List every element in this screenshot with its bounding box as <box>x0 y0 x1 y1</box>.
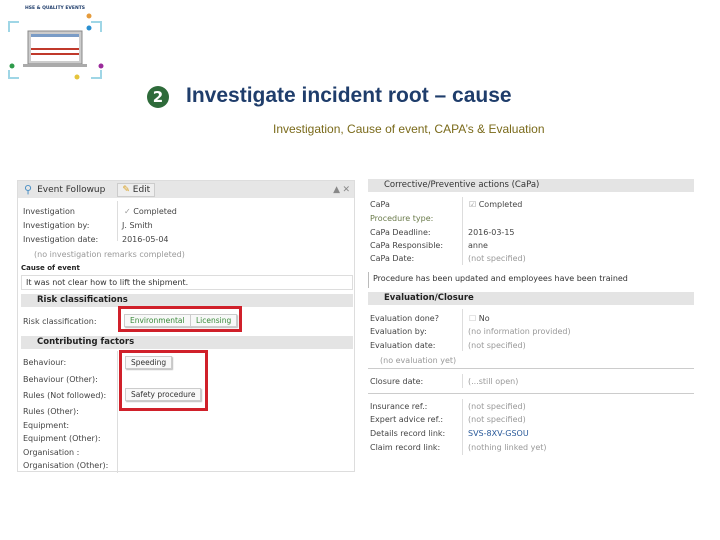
organisation-label: Organisation : <box>23 448 80 457</box>
cause-text: It was not clear how to lift the shipmen… <box>21 275 353 290</box>
rules-other-label: Rules (Other): <box>23 407 79 416</box>
capa-responsible-label: CaPa Responsible: <box>370 241 444 250</box>
investigation-date-label: Investigation date: <box>23 235 99 244</box>
organisation-other-label: Organisation (Other): <box>23 461 109 470</box>
closure-date-value: (...still open) <box>468 377 519 386</box>
risk-tag-environmental[interactable]: Environmental <box>124 314 191 327</box>
evaluation-date-value: (not specified) <box>468 341 526 350</box>
capa-evaluation-panel: Corrective/Preventive actions (CaPa) CaP… <box>368 179 694 455</box>
equipment-other-label: Equipment (Other): <box>23 434 101 443</box>
investigation-by-label: Investigation by: <box>23 221 90 230</box>
insurance-ref-value: (not specified) <box>468 402 526 411</box>
investigation-value: ✓ Completed <box>124 207 177 216</box>
rules-tag-safety-procedure[interactable]: Safety procedure <box>125 388 202 401</box>
behaviour-label: Behaviour: <box>23 358 67 367</box>
event-followup-panel: ⚲ Event Followup ✎ Edit ▲ ✕ Investigatio… <box>17 180 355 473</box>
evaluation-done-label: Evaluation done? <box>370 314 439 323</box>
cause-label: Cause of event <box>21 264 80 272</box>
investigation-remarks: (no investigation remarks completed) <box>34 250 185 259</box>
insurance-ref-label: Insurance ref.: <box>370 402 428 411</box>
pencil-icon: ✎ <box>122 184 130 195</box>
process-diagram-icon: HSE & QUALITY EVENTS <box>8 5 104 80</box>
page-subtitle: Investigation, Cause of event, CAPA’s & … <box>273 122 545 136</box>
risk-classification-label: Risk classification: <box>23 317 97 326</box>
collapse-icon[interactable]: ▲ <box>333 185 340 195</box>
close-icon[interactable]: ✕ <box>342 185 350 195</box>
evaluation-by-value: (no information provided) <box>468 327 571 336</box>
panel-title: Event Followup <box>37 184 106 195</box>
svg-text:HSE & QUALITY EVENTS: HSE & QUALITY EVENTS <box>25 5 85 11</box>
expert-advice-ref-value: (not specified) <box>468 415 526 424</box>
evaluation-date-label: Evaluation date: <box>370 341 436 350</box>
panel-header: ⚲ Event Followup ✎ Edit ▲ ✕ <box>18 181 354 198</box>
capa-label: CaPa <box>370 200 390 209</box>
details-record-link[interactable]: SVS-8XV-GSOU <box>468 429 529 438</box>
evaluation-header: Evaluation/Closure <box>368 292 694 305</box>
behaviour-tag-speeding[interactable]: Speeding <box>125 356 173 369</box>
equipment-label: Equipment: <box>23 421 70 430</box>
claim-record-link-label: Claim record link: <box>370 443 441 452</box>
investigation-label: Investigation <box>23 207 75 216</box>
contributing-factors-header: Contributing factors <box>21 336 353 349</box>
capa-date-value: (not specified) <box>468 254 526 263</box>
behaviour-other-label: Behaviour (Other): <box>23 375 98 384</box>
claim-record-link-value: (nothing linked yet) <box>468 443 547 452</box>
rules-not-followed-label: Rules (Not followed): <box>23 391 107 400</box>
evaluation-by-label: Evaluation by: <box>370 327 427 336</box>
capa-date-label: CaPa Date: <box>370 254 415 263</box>
edit-button[interactable]: ✎ Edit <box>117 182 156 197</box>
process-thumbnail: HSE & QUALITY EVENTS <box>5 2 105 80</box>
investigation-date-value: 2016-05-04 <box>122 235 169 244</box>
capa-value: ☑ Completed <box>469 200 523 209</box>
checkbox-icon: ☑ <box>469 200 477 209</box>
capa-deadline-value: 2016-03-15 <box>468 228 515 237</box>
capa-responsible-value: anne <box>468 241 488 250</box>
checkbox-icon: ☐ <box>469 314 477 323</box>
expert-advice-ref-label: Expert advice ref.: <box>370 415 444 424</box>
evaluation-done-value: ☐ No <box>469 314 490 323</box>
capa-header: Corrective/Preventive actions (CaPa) <box>368 179 694 192</box>
search-icon: ⚲ <box>24 183 33 196</box>
checkbox-icon: ✓ <box>124 207 131 216</box>
investigation-by-value: J. Smith <box>122 221 153 230</box>
details-record-link-label: Details record link: <box>370 429 446 438</box>
procedure-type-label: Procedure type: <box>370 214 434 223</box>
step-badge: 2 <box>147 86 169 108</box>
closure-date-label: Closure date: <box>370 377 424 386</box>
evaluation-note: (no evaluation yet) <box>380 356 457 365</box>
page-title: Investigate incident root – cause <box>186 84 512 107</box>
risk-tag-licensing[interactable]: Licensing <box>190 314 238 327</box>
capa-deadline-label: CaPa Deadline: <box>370 228 431 237</box>
capa-description: Procedure has been updated and employees… <box>368 272 694 288</box>
